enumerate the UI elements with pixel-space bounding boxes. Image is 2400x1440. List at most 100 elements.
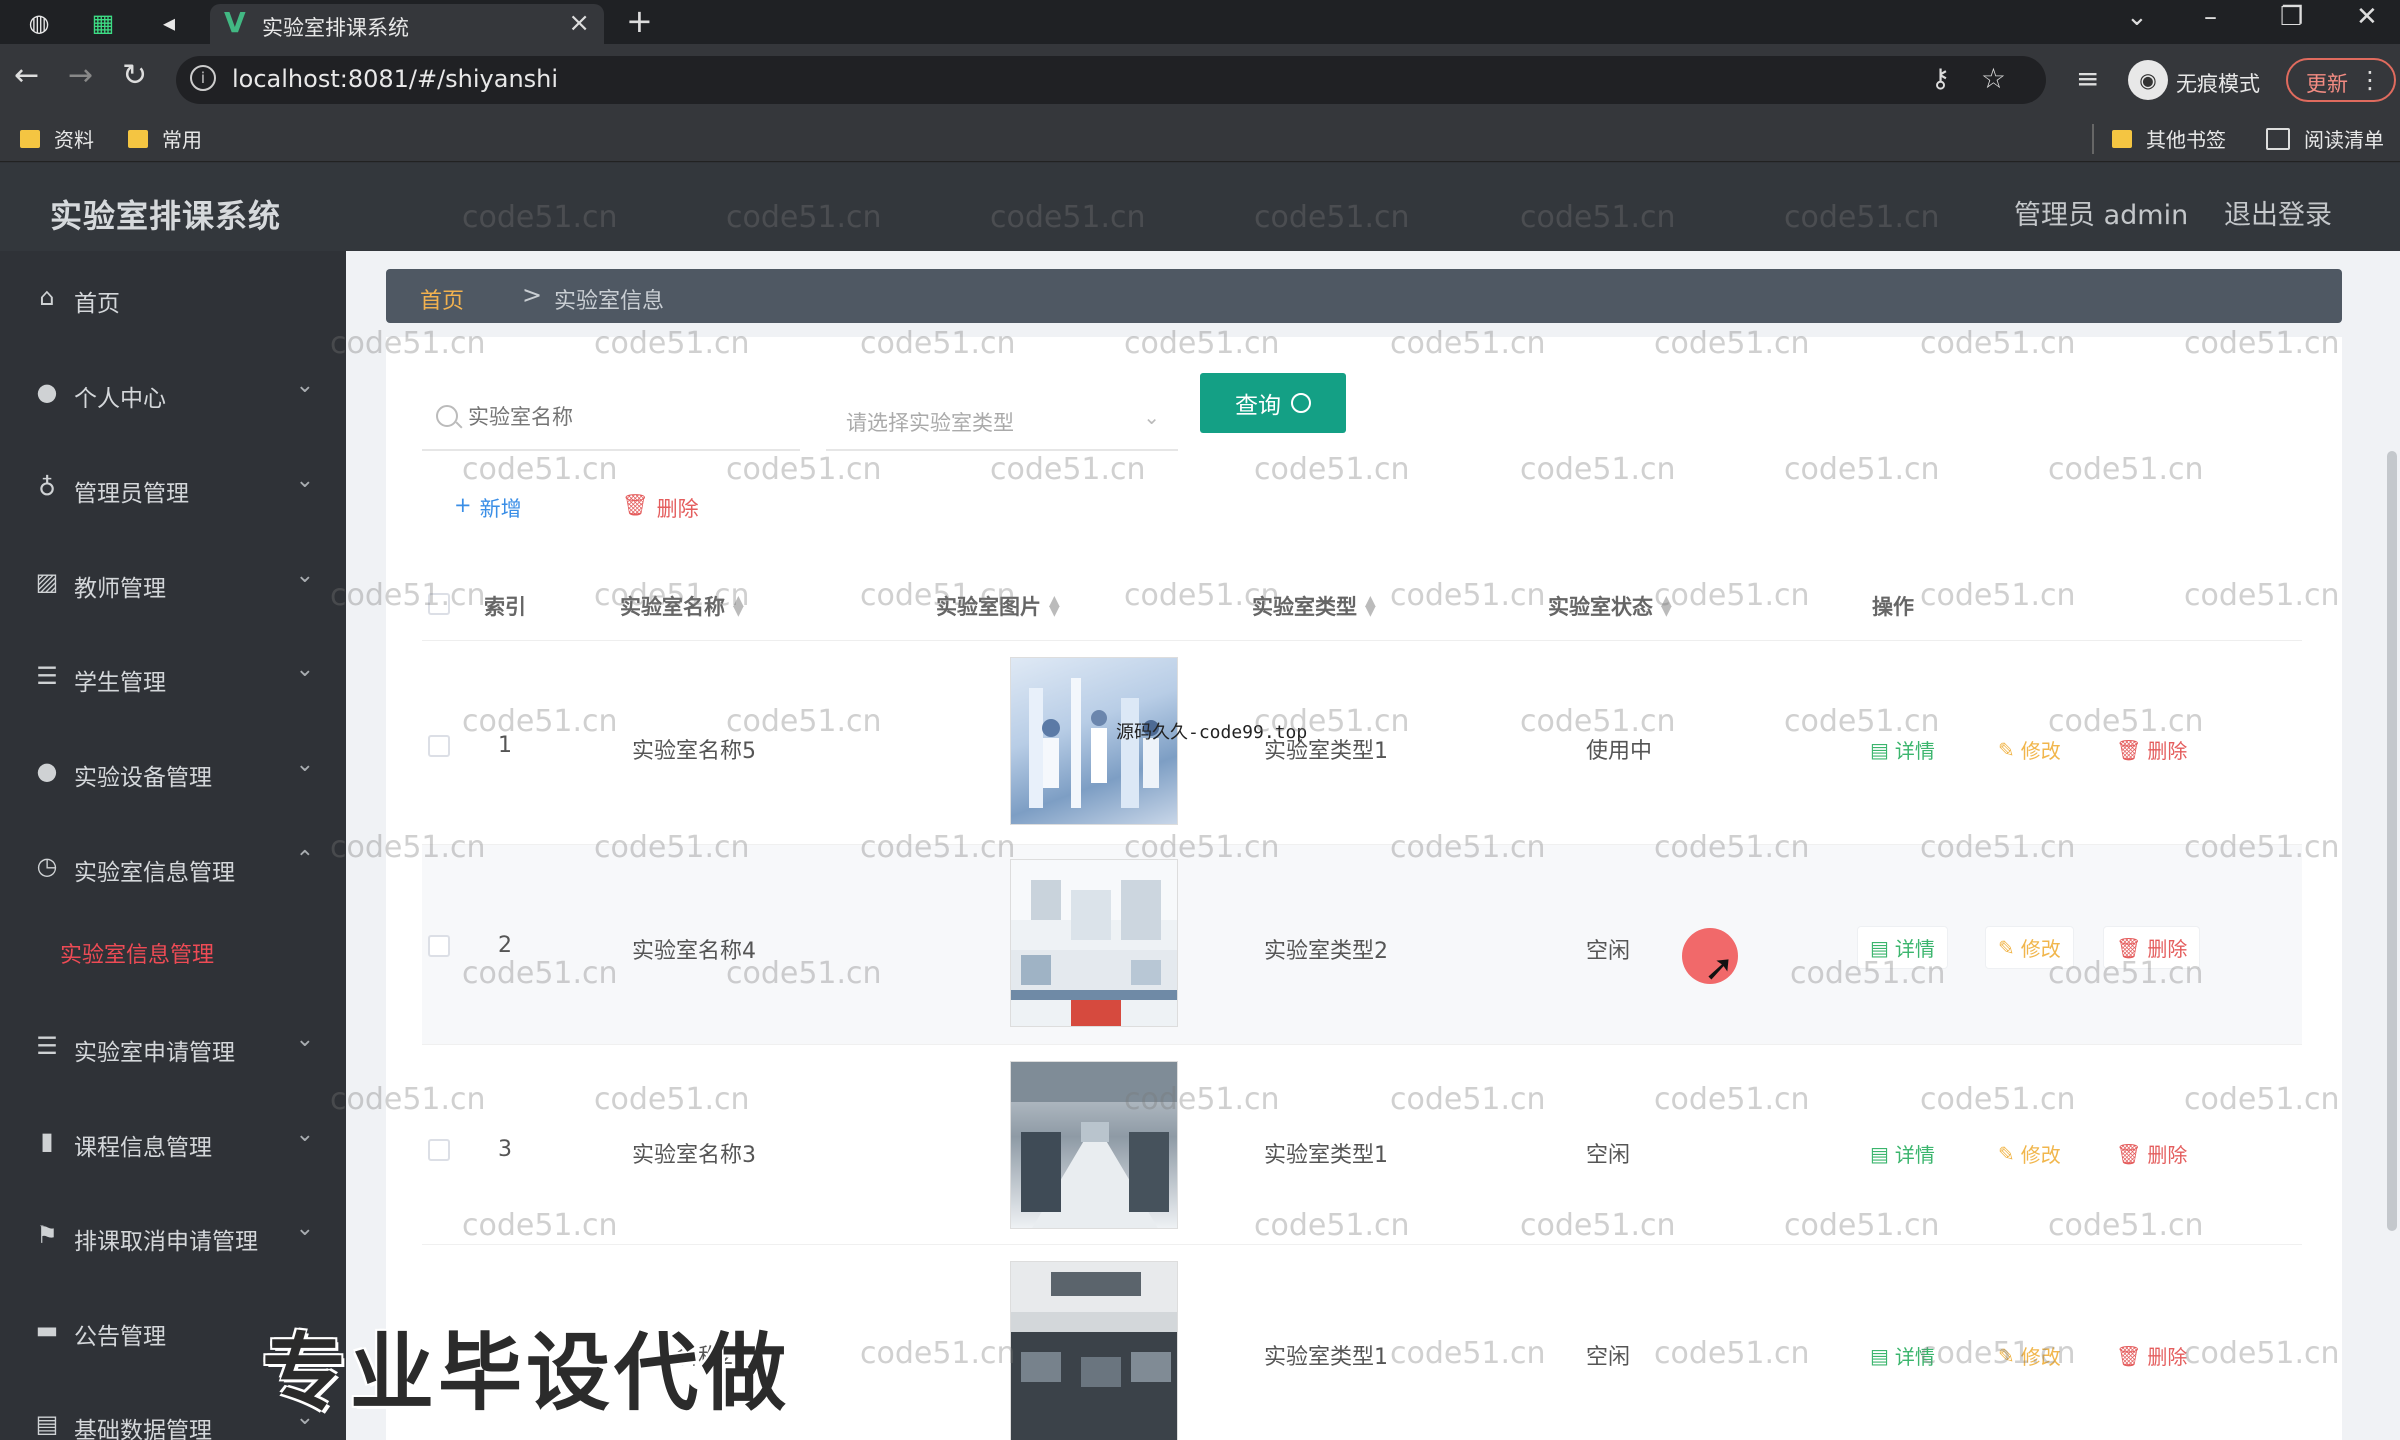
incognito-icon[interactable]: ◉ (2128, 60, 2168, 100)
info-icon[interactable]: i (190, 65, 216, 91)
sidebar-item-profile[interactable]: ● 个人中心 ⌄ (0, 363, 346, 423)
star-icon[interactable]: ☆ (1981, 62, 2006, 95)
lab-name-input[interactable] (468, 405, 788, 429)
tab-search-icon[interactable]: ⌄ (2126, 2, 2148, 32)
lab-thumbnail[interactable] (1010, 859, 1178, 1027)
reading-list-icon (2266, 127, 2290, 150)
row-lab-type: 实验室类型1 (1264, 1143, 1388, 1168)
delete-button[interactable]: 🗑 删除 (2116, 1139, 2187, 1168)
chevron-down-icon: ⌄ (295, 373, 314, 398)
delete-button[interactable]: 🗑 删除 (2104, 927, 2200, 968)
sidebar: ⌂ 首页 ● 个人中心 ⌄ ♁ 管理员管理 ⌄ ▨ 教师管理 ⌄ ☰ 学生管理 … (0, 251, 346, 1440)
edit-button[interactable]: ✎ 修改 (1998, 735, 2061, 764)
window-close-icon[interactable]: ✕ (2356, 2, 2378, 32)
sidebar-item-students[interactable]: ☰ 学生管理 ⌄ (0, 647, 346, 707)
pencil-icon: ✎ (1998, 1343, 2015, 1368)
reload-icon[interactable]: ↻ (122, 58, 147, 93)
header-type[interactable]: 实验室类型 ▲ ▼ (1252, 591, 1376, 621)
pencil-icon: ✎ (1998, 1141, 2015, 1166)
sidebar-item-admins[interactable]: ♁ 管理员管理 ⌄ (0, 458, 346, 518)
list-icon: ☰ (36, 1032, 58, 1060)
url-text: localhost:8081/#/shiyanshi (232, 65, 559, 93)
header-image[interactable]: 实验室图片 ▲ ▼ (936, 591, 1060, 621)
key-icon[interactable]: ⚷ (1931, 64, 1950, 94)
query-button[interactable]: 查询 (1200, 373, 1346, 433)
detail-button[interactable]: ▤ 详情 (1870, 1341, 1935, 1370)
detail-button[interactable]: ▤ 详情 (1858, 927, 1947, 968)
row-lab-status: 使用中 (1586, 739, 1653, 764)
reading-mode-icon[interactable]: ≡ (2076, 62, 2099, 95)
header-name[interactable]: 实验室名称 ▲ ▼ (620, 591, 744, 621)
bookmarks-bar: 资料 常用 其他书签 阅读清单 (0, 116, 2400, 162)
breadcrumb: 首页 > 实验室信息 (386, 269, 2342, 323)
url-field[interactable]: i localhost:8081/#/shiyanshi ⚷ ☆ (176, 56, 2046, 104)
close-icon[interactable]: × (568, 8, 590, 38)
chevron-down-icon: ⌄ (295, 1122, 314, 1147)
sheet-icon[interactable]: ▦ (86, 6, 120, 40)
sidebar-subitem-lab-info[interactable]: 实验室信息管理 (60, 937, 214, 969)
minimize-icon[interactable]: – (2204, 2, 2217, 32)
restore-icon[interactable]: ❐ (2280, 2, 2303, 32)
table-row: 1 实验室名称5 实验室类型1 使用中 ▤ 详情 ✎ 修改 🗑 删除 (422, 645, 2302, 845)
edit-button[interactable]: ✎ 修改 (1998, 1341, 2061, 1370)
table-row: 3 实验室名称3 实验室类型1 空闲 ▤ 详情 ✎ 修改 🗑 删除 (422, 1045, 2302, 1245)
bulk-delete-button[interactable]: 🗑 删除 (622, 493, 699, 523)
row-checkbox[interactable] (428, 935, 450, 957)
header-status[interactable]: 实验室状态 ▲ ▼ (1548, 591, 1672, 621)
bookmark-folder-common[interactable]: 常用 (128, 124, 202, 153)
detail-button[interactable]: ▤ 详情 (1870, 1139, 1935, 1168)
edit-button[interactable]: ✎ 修改 (1998, 1139, 2061, 1168)
chart-icon: ▨ (35, 568, 59, 596)
other-bookmarks[interactable]: 其他书签 (2112, 124, 2226, 153)
scrollbar-thumb[interactable] (2387, 451, 2397, 1231)
lab-name-search[interactable] (422, 389, 800, 451)
lab-thumbnail[interactable] (1010, 1061, 1178, 1229)
doc-icon: ▤ (1870, 1343, 1889, 1368)
sidebar-item-lab-requests[interactable]: ☰ 实验室申请管理 ⌄ (0, 1017, 346, 1077)
sidebar-item-home[interactable]: ⌂ 首页 (0, 268, 346, 328)
plus-icon: + (454, 493, 472, 517)
logout-link[interactable]: 退出登录 (2224, 193, 2332, 232)
chevron-down-icon: ⌄ (295, 1027, 314, 1052)
reading-list[interactable]: 阅读清单 (2266, 124, 2384, 153)
sidebar-item-equipment[interactable]: ● 实验设备管理 ⌄ (0, 742, 346, 802)
sort-icon: ▲ ▼ (1365, 593, 1376, 619)
forward-icon[interactable]: → (68, 58, 93, 93)
row-checkbox[interactable] (428, 1139, 450, 1161)
bookmark-divider (2092, 124, 2094, 154)
clock-icon: ◷ (36, 852, 58, 880)
doc-icon: ▤ (1870, 1141, 1889, 1166)
bookmark-folder-resources[interactable]: 资料 (20, 124, 94, 153)
select-all-checkbox[interactable] (428, 593, 450, 615)
folder-icon (20, 129, 40, 148)
speaker-icon[interactable]: ◂ (152, 6, 186, 40)
home-icon: ⌂ (39, 283, 55, 311)
menu-dots-icon[interactable]: ⋮ (2358, 66, 2382, 94)
sidebar-item-cancel-requests[interactable]: ⚑ 排课取消申请管理 ⌄ (0, 1206, 346, 1266)
detail-button[interactable]: ▤ 详情 (1870, 735, 1935, 764)
lab-thumbnail[interactable] (1010, 1261, 1178, 1440)
delete-button[interactable]: 🗑 删除 (2116, 1341, 2187, 1370)
sort-icon: ▲ ▼ (1661, 593, 1672, 619)
page-scrollbar[interactable] (2384, 251, 2400, 1440)
sidebar-item-teachers[interactable]: ▨ 教师管理 ⌄ (0, 553, 346, 613)
row-lab-name: 实验室名称3 (632, 1143, 756, 1168)
breadcrumb-home[interactable]: 首页 (420, 283, 464, 315)
tab-title: 实验室排课系统 (262, 16, 409, 40)
promo-overlay-text: 专业毕设代做 (262, 1324, 791, 1422)
sidebar-item-courses[interactable]: ▮ 课程信息管理 ⌄ (0, 1112, 346, 1172)
row-checkbox[interactable] (428, 735, 450, 757)
sidebar-item-lab-info[interactable]: ◷ 实验室信息管理 ⌃ (0, 837, 346, 897)
edit-button[interactable]: ✎ 修改 (1986, 927, 2073, 968)
new-tab-icon[interactable]: + (626, 2, 653, 40)
add-button[interactable]: + 新增 (454, 493, 522, 523)
globe-icon[interactable]: ◍ (22, 6, 56, 40)
header-actions: 操作 (1872, 595, 1914, 619)
tab-active[interactable]: V 实验室排课系统 × (210, 4, 604, 44)
chevron-down-icon: ⌄ (295, 752, 314, 777)
update-button[interactable]: 更新 ⋮ (2286, 58, 2396, 102)
delete-button[interactable]: 🗑 删除 (2116, 735, 2187, 764)
doc-icon: ▤ (35, 1410, 59, 1438)
back-icon[interactable]: ← (14, 58, 39, 93)
lab-type-select[interactable]: 请选择实验室类型 ⌄ (826, 389, 1178, 451)
